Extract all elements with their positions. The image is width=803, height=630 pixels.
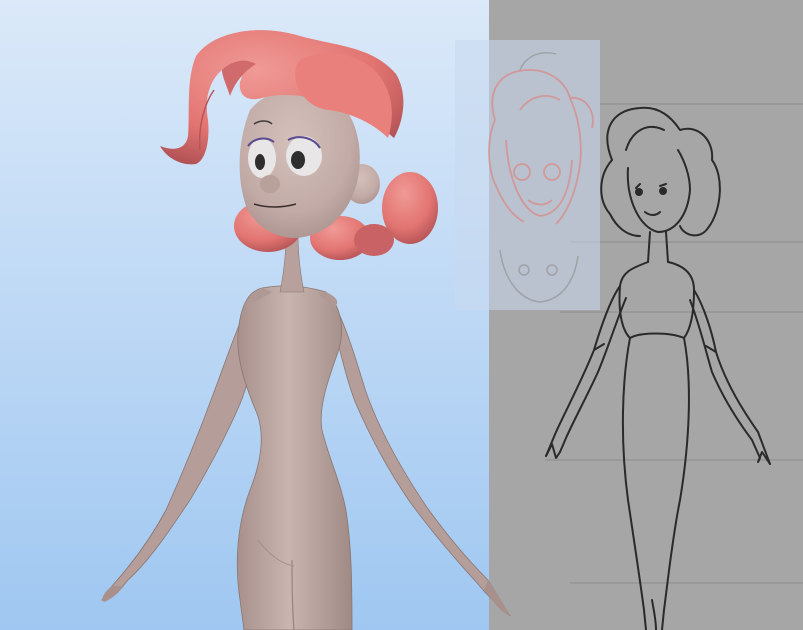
reference-inset-image[interactable] bbox=[455, 40, 600, 310]
reference-image-plane[interactable] bbox=[455, 0, 803, 630]
3d-viewport[interactable] bbox=[0, 0, 803, 630]
viewport-canvas[interactable] bbox=[0, 0, 803, 630]
model-nose bbox=[260, 175, 280, 193]
